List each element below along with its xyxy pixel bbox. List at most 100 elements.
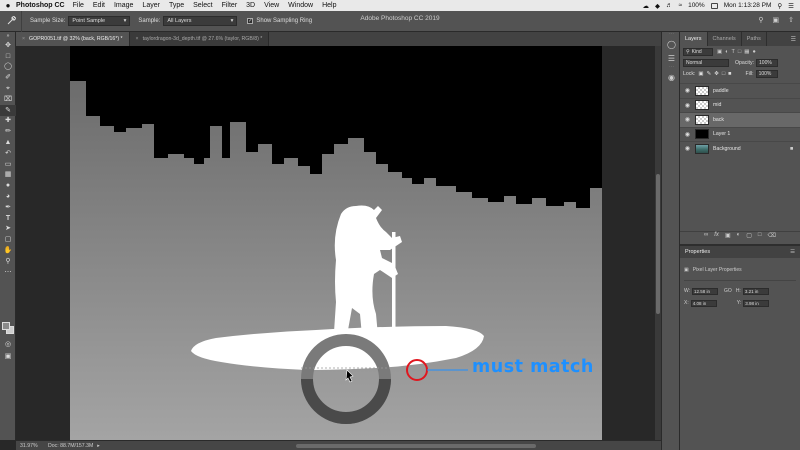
horizontal-scrollbar-thumb[interactable] <box>296 444 536 448</box>
link-dimensions-label[interactable]: GO <box>724 288 732 294</box>
layer-row-layer-1[interactable]: ◉ Layer 1 <box>680 126 800 142</box>
menu-view[interactable]: View <box>264 2 279 9</box>
sample-size-select[interactable]: Point Sample ▾ <box>68 16 131 26</box>
height-field[interactable]: 3.21 in <box>742 287 769 295</box>
fill-input[interactable]: 100% <box>755 69 778 78</box>
menu-select[interactable]: Select <box>193 2 212 9</box>
tab-layers[interactable]: Layers <box>680 32 708 46</box>
menu-type[interactable]: Type <box>169 2 184 9</box>
quick-selection-tool-icon[interactable]: ✐ <box>0 72 16 83</box>
document-tab[interactable]: × GOPR0051.tif @ 32% (back, RGB/16*) * <box>16 32 130 46</box>
frame-tool-icon[interactable]: ⌧ <box>0 94 16 105</box>
visibility-eye-icon[interactable]: ◉ <box>680 145 695 152</box>
layer-row-back[interactable]: ◉ back <box>680 112 800 127</box>
vertical-scrollbar-thumb[interactable] <box>656 174 660 314</box>
tab-channels[interactable]: Channels <box>708 32 742 46</box>
toolbox-collapse-icon[interactable]: » <box>0 32 16 40</box>
document-canvas[interactable] <box>16 46 661 440</box>
battery-icon[interactable] <box>710 2 718 9</box>
link-layers-icon[interactable]: ∞ <box>704 232 708 242</box>
close-tab-icon[interactable]: × <box>22 36 25 42</box>
pen-tool-icon[interactable]: ✒ <box>0 202 16 213</box>
brush-tool-icon[interactable]: ✏ <box>0 126 16 137</box>
search-icon[interactable]: ⚲ <box>758 16 763 24</box>
workspace-icon[interactable]: ▣ <box>773 16 780 24</box>
layer-row-background[interactable]: ◉ Background ■ <box>680 141 800 156</box>
layer-style-icon[interactable]: fx <box>714 232 719 242</box>
layer-row-paddle[interactable]: ◉ paddle <box>680 83 800 98</box>
screen-mode-icon[interactable]: ▣ <box>0 351 16 362</box>
x-field[interactable]: 4.08 in <box>690 299 717 307</box>
canvas-area[interactable]: must match <box>16 46 661 440</box>
lock-artboard-icon[interactable]: □ <box>722 71 725 77</box>
layer-row-mid[interactable]: ◉ mid <box>680 97 800 113</box>
shape-filter-icon[interactable]: □ <box>738 49 741 55</box>
layer-kind-filter[interactable]: ⚲ Kind <box>683 47 713 56</box>
spotlight-icon[interactable]: ⚲ <box>777 2 782 10</box>
lock-position-icon[interactable]: ✥ <box>714 71 719 77</box>
menu-3d[interactable]: 3D <box>246 2 255 9</box>
show-sampling-ring-checkbox[interactable]: ✓ <box>247 18 254 24</box>
move-tool-icon[interactable]: ✥ <box>0 40 16 51</box>
path-selection-tool-icon[interactable]: ➤ <box>0 224 16 235</box>
healing-brush-tool-icon[interactable]: ✚ <box>0 116 16 127</box>
smart-object-filter-icon[interactable]: ▦ <box>744 49 749 55</box>
color-panel-icon[interactable]: ◉ <box>662 70 681 84</box>
menu-clock[interactable]: Mon 1:13:28 PM <box>724 2 772 9</box>
status-menu-chevron-icon[interactable]: ▸ <box>97 443 100 449</box>
visibility-eye-icon[interactable]: ◉ <box>680 116 695 123</box>
eyedropper-tool-icon[interactable]: ✎ <box>0 104 16 116</box>
width-field[interactable]: 12.58 in <box>692 287 719 295</box>
menu-edit[interactable]: Edit <box>93 2 105 9</box>
edit-toolbar-icon[interactable]: ⋯ <box>0 267 16 278</box>
wifi-icon[interactable]: ≈ <box>679 2 683 9</box>
volume-icon[interactable]: ♬ <box>666 2 673 9</box>
menu-layer[interactable]: Layer <box>142 2 160 9</box>
add-mask-icon[interactable]: ▣ <box>725 232 731 242</box>
properties-panel-icon[interactable]: ☰ <box>662 51 681 65</box>
menu-filter[interactable]: Filter <box>222 2 238 9</box>
creative-cloud-icon[interactable]: ☁ <box>643 2 650 10</box>
new-group-icon[interactable]: ▢ <box>746 232 752 242</box>
eyedropper-tool-preset-icon[interactable] <box>0 10 22 32</box>
trash-icon[interactable]: ⌫ <box>768 232 776 242</box>
visibility-eye-icon[interactable]: ◉ <box>680 87 695 94</box>
dodge-tool-icon[interactable]: ◕ <box>0 191 16 202</box>
document-size[interactable]: Doc: 88.7M/157.3M <box>48 443 93 449</box>
foreground-color-swatch[interactable] <box>2 322 10 330</box>
share-icon[interactable]: ⇧ <box>788 16 794 24</box>
apple-icon[interactable]: ● <box>0 1 16 10</box>
menu-app-name[interactable]: Photoshop CC <box>16 2 65 9</box>
menu-image[interactable]: Image <box>114 2 133 9</box>
lock-image-icon[interactable]: ✎ <box>707 71 712 77</box>
hand-tool-icon[interactable]: ✋ <box>0 245 16 256</box>
adjustment-filter-icon[interactable]: ◐ <box>725 49 728 55</box>
marquee-tool-icon[interactable]: □ <box>0 51 16 62</box>
opacity-input[interactable]: 100% <box>756 58 779 67</box>
notification-center-icon[interactable]: ☰ <box>788 2 794 10</box>
properties-title[interactable]: Properties <box>685 249 710 255</box>
panel-menu-icon[interactable]: ☰ <box>791 32 800 46</box>
menu-file[interactable]: File <box>73 2 84 9</box>
document-tab[interactable]: × taylordragon-3d_depth.tif @ 27.6% (tay… <box>129 32 270 46</box>
zoom-level[interactable]: 31.97% <box>16 443 44 449</box>
close-tab-icon[interactable]: × <box>136 36 139 42</box>
history-panel-icon[interactable]: ◯ <box>662 37 681 51</box>
lock-icon[interactable]: ■ <box>790 146 800 152</box>
panel-menu-icon[interactable]: ☰ <box>790 249 795 255</box>
zoom-tool-icon[interactable]: ⚲ <box>0 256 16 267</box>
lasso-tool-icon[interactable]: ◯ <box>0 62 16 73</box>
gradient-tool-icon[interactable]: ▦ <box>0 170 16 181</box>
quick-mask-icon[interactable]: ◎ <box>0 339 16 350</box>
sample-layers-select[interactable]: All Layers ▾ <box>163 16 238 26</box>
visibility-eye-icon[interactable]: ◉ <box>680 102 695 109</box>
filter-toggle-icon[interactable]: ● <box>752 49 755 55</box>
new-layer-icon[interactable]: □ <box>758 232 762 242</box>
rectangle-tool-icon[interactable]: ▢ <box>0 234 16 245</box>
type-filter-icon[interactable]: T <box>732 49 735 55</box>
history-brush-tool-icon[interactable]: ↶ <box>0 148 16 159</box>
blur-tool-icon[interactable]: ● <box>0 180 16 191</box>
y-field[interactable]: 3.98 in <box>743 299 770 307</box>
menu-window[interactable]: Window <box>288 2 313 9</box>
adjustment-layer-icon[interactable]: ◐ <box>737 232 741 242</box>
